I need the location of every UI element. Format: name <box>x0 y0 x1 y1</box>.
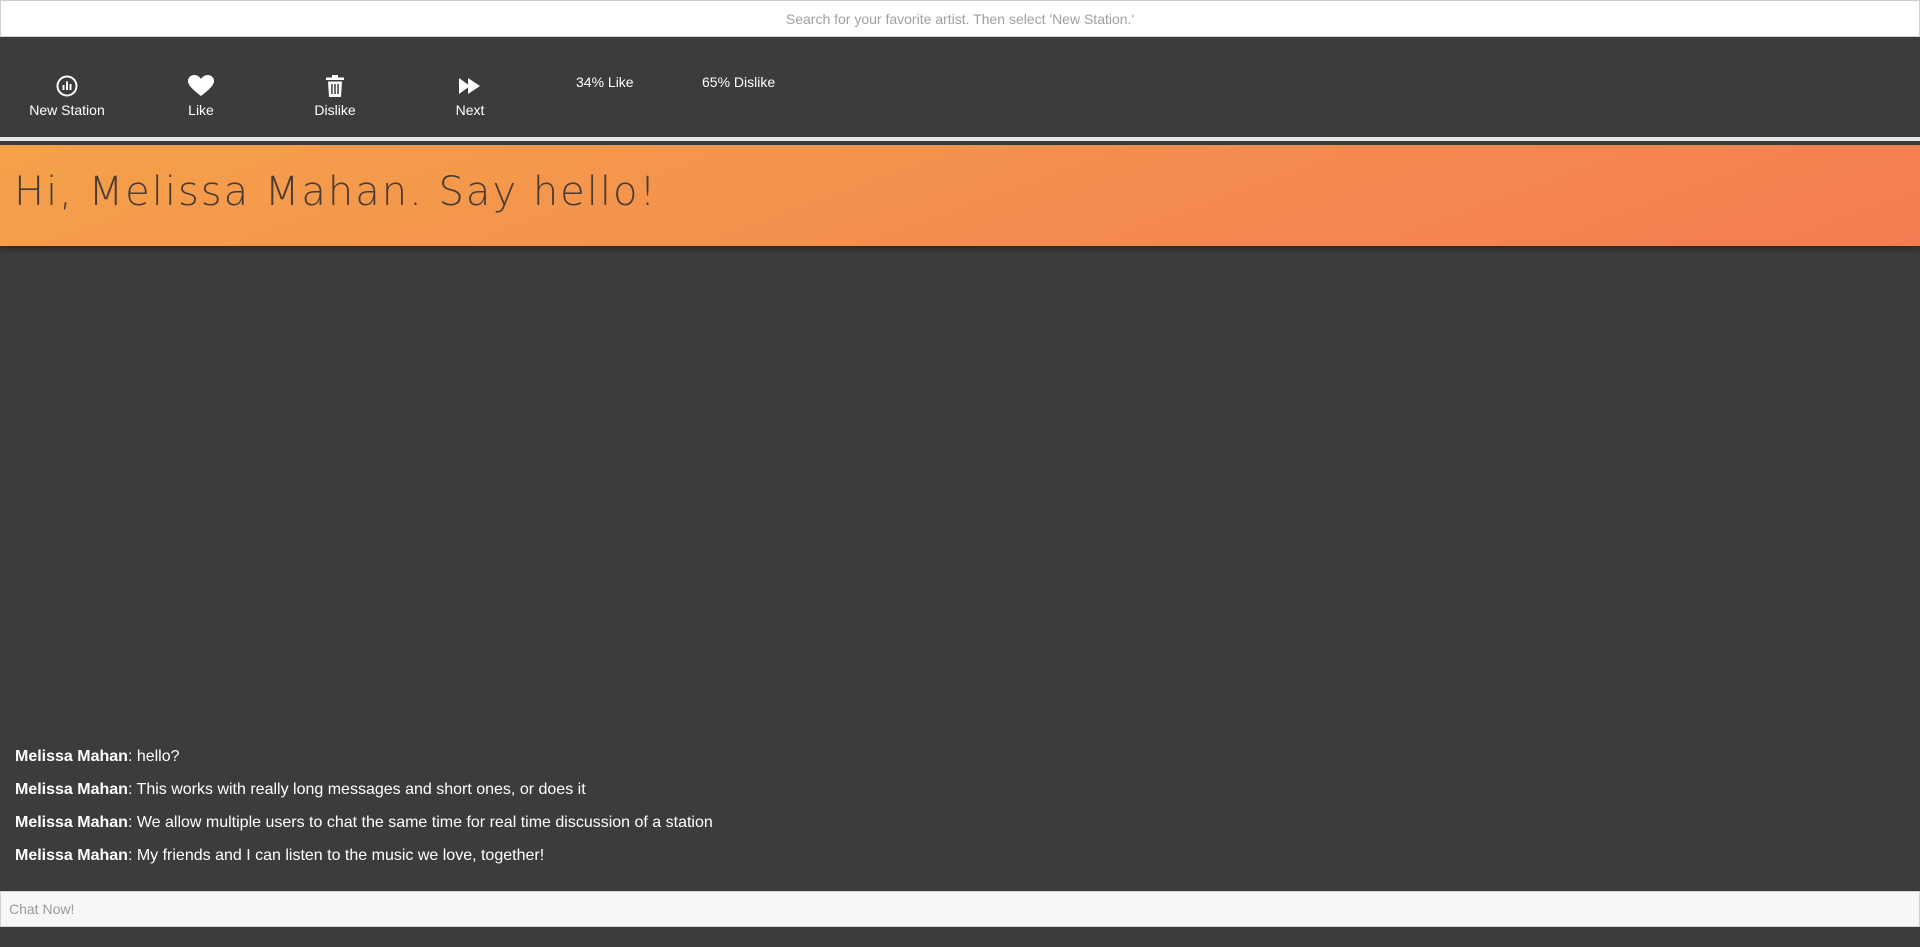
dislike-percentage: 65% Dislike <box>702 74 776 90</box>
message-author: Melissa Mahan <box>15 847 128 864</box>
message-text: : We allow multiple users to chat the sa… <box>127 814 713 831</box>
dislike-button[interactable]: Dislike <box>268 73 402 118</box>
message-text: : hello? <box>127 748 180 765</box>
chat-input[interactable] <box>1 892 1919 926</box>
radio-station-icon <box>54 73 80 99</box>
heart-icon <box>188 73 214 99</box>
trash-icon <box>322 73 348 99</box>
chat-message: Melissa Mahan: My friends and I can list… <box>15 839 1895 872</box>
message-text: : My friends and I can listen to the mus… <box>127 847 545 864</box>
search-bar <box>0 0 1920 37</box>
message-text: : This works with really long messages a… <box>127 781 586 798</box>
next-label: Next <box>455 102 485 118</box>
toolbar: New Station Like Dislike Next 34% Like 6… <box>0 37 1920 141</box>
new-station-button[interactable]: New Station <box>0 73 134 118</box>
chat-input-container <box>0 891 1920 927</box>
chat-message: Melissa Mahan: hello? <box>15 740 1895 773</box>
chat-message: Melissa Mahan: We allow multiple users t… <box>15 806 1895 839</box>
like-label: Like <box>188 102 214 118</box>
message-author: Melissa Mahan <box>15 781 128 798</box>
dislike-label: Dislike <box>314 102 356 118</box>
next-button[interactable]: Next <box>403 73 537 118</box>
fast-forward-icon <box>457 73 483 99</box>
artist-search-input[interactable] <box>1 1 1919 36</box>
greeting-title: Hi, Melissa Mahan. Say hello! <box>14 169 658 215</box>
message-author: Melissa Mahan <box>15 748 128 765</box>
new-station-label: New Station <box>29 102 105 118</box>
chat-message: Melissa Mahan: This works with really lo… <box>15 773 1895 806</box>
message-author: Melissa Mahan <box>15 814 128 831</box>
greeting-banner: Hi, Melissa Mahan. Say hello! <box>0 145 1920 246</box>
chat-log: Melissa Mahan: hello? Melissa Mahan: Thi… <box>15 740 1895 872</box>
like-button[interactable]: Like <box>134 73 268 118</box>
like-percentage: 34% Like <box>576 74 634 90</box>
